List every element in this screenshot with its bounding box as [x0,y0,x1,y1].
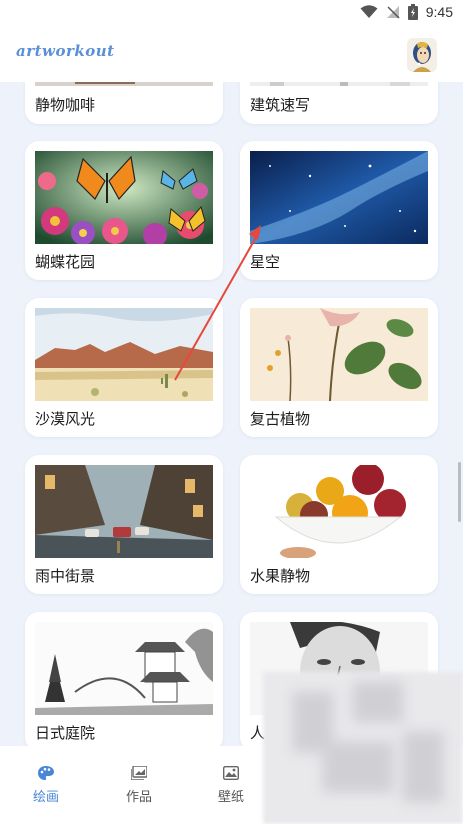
app-bar: artworkout [0,28,463,82]
nav-label: 作品 [125,790,152,805]
card-fruit-still-life[interactable]: 水果静物 [240,455,438,594]
avatar[interactable] [407,38,437,72]
card-image [35,465,213,558]
scrollbar[interactable] [458,462,461,522]
card-label: 雨中街景 [35,567,96,585]
card-image [250,465,428,558]
card-image [250,151,428,244]
card-architecture-sketch[interactable]: 建筑速写 [240,82,438,124]
palette-icon [38,766,54,780]
gallery-icon [131,766,147,780]
nav-label: 绘画 [32,790,59,805]
card-label: 沙漠风光 [35,410,96,428]
card-label: 建筑速写 [250,96,311,114]
wifi-icon [360,5,378,18]
image-icon [223,766,239,780]
card-image [35,151,213,244]
status-icons: 9:45 [360,4,453,20]
blurred-overlay [263,672,463,824]
status-time: 9:45 [425,4,453,20]
card-starry-sky[interactable]: 星空 [240,141,438,280]
card-japanese-garden[interactable]: 日式庭院 [25,612,223,746]
status-bar: 9:45 [0,0,463,28]
card-image [35,82,213,86]
card-butterfly-garden[interactable]: 蝴蝶花园 [25,141,223,280]
card-image [35,308,213,401]
card-label: 日式庭院 [35,724,96,742]
artwork-grid: 静物咖啡 建筑速写 蝴蝶花园 星空 沙漠风光 复古植物 雨中街景 水果静物 日式… [0,82,463,746]
app-logo: artworkout [16,42,115,60]
card-still-life-coffee[interactable]: 静物咖啡 [25,82,223,124]
battery-icon [407,4,418,20]
card-image [250,82,428,86]
nav-item-works[interactable]: 作品 [109,766,169,805]
card-desert-landscape[interactable]: 沙漠风光 [25,298,223,437]
card-image [35,622,213,715]
card-label: 星空 [250,253,281,271]
nav-item-painting[interactable]: 绘画 [16,766,76,805]
no-signal-icon [386,6,400,19]
nav-item-wallpaper[interactable]: 壁纸 [201,766,261,805]
card-label: 水果静物 [250,567,311,585]
card-label: 复古植物 [250,410,311,428]
card-vintage-botanical[interactable]: 复古植物 [240,298,438,437]
card-label: 静物咖啡 [35,96,96,114]
card-rainy-street[interactable]: 雨中街景 [25,455,223,594]
nav-label: 壁纸 [217,790,244,805]
card-image [250,308,428,401]
card-label: 蝴蝶花园 [35,253,96,271]
